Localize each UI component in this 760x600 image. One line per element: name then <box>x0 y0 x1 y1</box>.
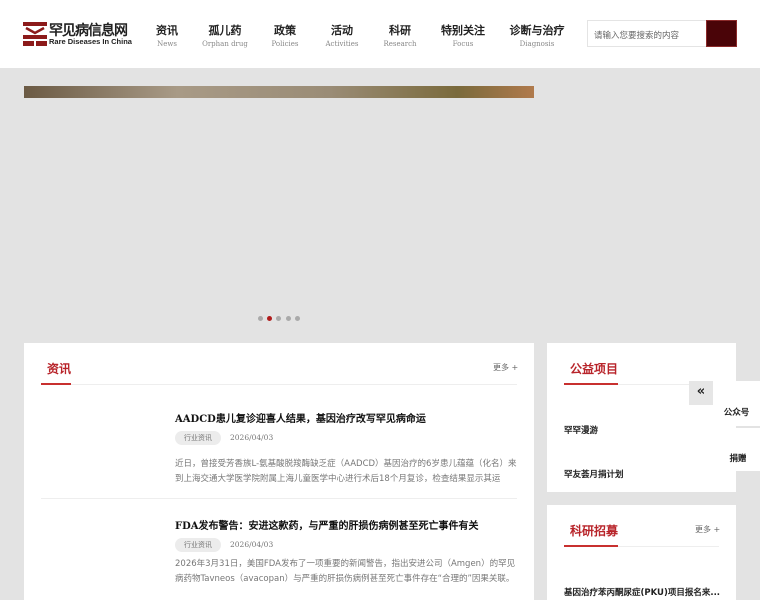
logo[interactable]: 罕见病信息网 Rare Diseases In China <box>23 20 133 48</box>
nav-activities[interactable]: 活动 Activities <box>325 22 358 48</box>
research-item[interactable]: 基因治疗苯丙酮尿症(PKU)项目报名来... <box>564 586 720 598</box>
nav-label: 资讯 <box>156 24 178 37</box>
carousel-dot[interactable] <box>258 316 263 321</box>
title-underline <box>564 545 618 547</box>
nav-label: 孤儿药 <box>208 24 242 37</box>
nav-sublabel: News <box>157 40 177 48</box>
nav-label: 活动 <box>330 24 353 37</box>
donate-button[interactable]: 捐赠 <box>716 428 760 471</box>
title-underline <box>564 383 618 385</box>
carousel-image[interactable] <box>24 86 534 98</box>
nav-sublabel: Diagnosis <box>519 40 555 48</box>
news-item-title[interactable]: AADCD患儿复诊迎喜人结果，基因治疗改写罕见病命运 <box>175 410 426 425</box>
nav-orphan-drug[interactable]: 孤儿药 Orphan drug <box>202 22 248 48</box>
carousel-dot[interactable] <box>295 316 300 321</box>
news-item-tag[interactable]: 行业资讯 <box>175 431 221 445</box>
news-item-title[interactable]: FDA发布警告：安进这款药，与严重的肝损伤病例甚至死亡事件有关 <box>175 517 479 532</box>
search-input[interactable]: 请输入您要搜索的内容 <box>587 20 707 47</box>
research-more-link[interactable]: 更多 + <box>695 524 720 535</box>
news-item-date: 2026/04/03 <box>230 433 274 442</box>
charity-item[interactable]: 罕罕漫游 <box>564 424 598 436</box>
nav-sublabel: Activities <box>325 40 359 48</box>
nav-label: 政策 <box>273 24 296 37</box>
header: 罕见病信息网 Rare Diseases In China 资讯 News 孤儿药… <box>0 0 760 68</box>
nav-sublabel: Research <box>383 40 417 48</box>
divider <box>41 384 517 385</box>
nav-focus[interactable]: 特别关注 Focus <box>441 22 485 48</box>
nav-policies[interactable]: 政策 Policies <box>271 22 298 48</box>
nav-label: 特别关注 <box>441 24 485 37</box>
logo-subtitle: Rare Diseases In China <box>49 37 132 46</box>
nav-label: 诊断与治疗 <box>509 24 565 37</box>
search-button[interactable] <box>706 20 737 47</box>
logo-icon <box>23 22 47 46</box>
research-title: 科研招募 <box>570 524 619 538</box>
wechat-button[interactable]: 公众号 <box>713 381 760 426</box>
news-item-date: 2026/04/03 <box>230 540 274 549</box>
news-title: 资讯 <box>47 362 72 376</box>
nav-label: 科研 <box>388 24 411 37</box>
charity-item[interactable]: 罕友荟月捐计划 <box>564 468 624 480</box>
nav-sublabel: Policies <box>271 40 299 48</box>
carousel-dot[interactable] <box>286 316 291 321</box>
news-item-desc: 2026年3月31日，美国FDA发布了一项重要的新闻警告，指出安进公司（Amge… <box>175 559 516 584</box>
nav-news[interactable]: 资讯 News <box>156 22 178 48</box>
news-more-link[interactable]: 更多 + <box>493 362 518 373</box>
carousel-dot[interactable] <box>276 316 281 321</box>
collapse-icon[interactable]: « <box>689 381 713 405</box>
nav-diagnosis[interactable]: 诊断与治疗 Diagnosis <box>510 22 565 48</box>
nav-sublabel: Orphan drug <box>202 40 248 48</box>
divider <box>41 498 517 499</box>
title-underline <box>41 383 71 385</box>
charity-title: 公益项目 <box>570 362 619 376</box>
news-item-desc: 近日，曾接受芳香族L-氨基酸脱羧酶缺乏症（AADCD）基因治疗的6岁患儿蕴蕴（化… <box>175 459 517 484</box>
nav-research[interactable]: 科研 Research <box>383 22 416 48</box>
carousel-dot-active[interactable] <box>267 316 272 321</box>
nav-sublabel: Focus <box>452 40 474 48</box>
news-item-tag[interactable]: 行业资讯 <box>175 538 221 552</box>
